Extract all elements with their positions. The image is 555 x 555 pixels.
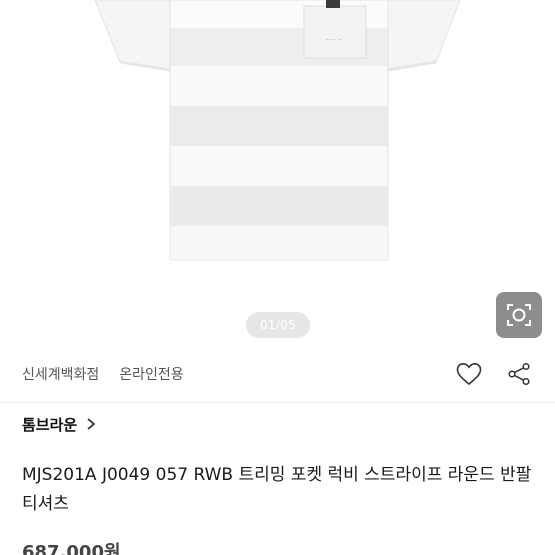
share-icon (508, 362, 530, 386)
product-price: 687,000원 (22, 542, 121, 555)
product-image-gallery[interactable]: ~~~ 01/05 (0, 0, 555, 348)
brand-link[interactable]: 톰브라운 (22, 410, 99, 438)
chevron-right-icon (85, 417, 99, 431)
svg-text:~~~: ~~~ (325, 36, 343, 44)
image-search-button[interactable] (496, 292, 542, 338)
like-button[interactable] (455, 360, 483, 388)
badge-online-only: 온라인전용 (119, 367, 184, 383)
brand-name: 톰브라운 (22, 415, 78, 434)
product-image: ~~~ (94, 0, 461, 261)
product-title: MJS201A J0049 057 RWB 트리밍 포켓 럭비 스트라이프 라운… (22, 465, 532, 514)
badge-store: 신세계백화점 (22, 367, 100, 383)
share-button[interactable] (505, 360, 533, 388)
heart-outline-icon (456, 362, 482, 386)
section-divider (0, 402, 555, 403)
store-badges: 신세계백화점 온라인전용 (22, 358, 184, 390)
image-counter: 01/05 (246, 312, 310, 338)
product-actions (455, 360, 533, 388)
camera-lens-icon (507, 304, 531, 326)
